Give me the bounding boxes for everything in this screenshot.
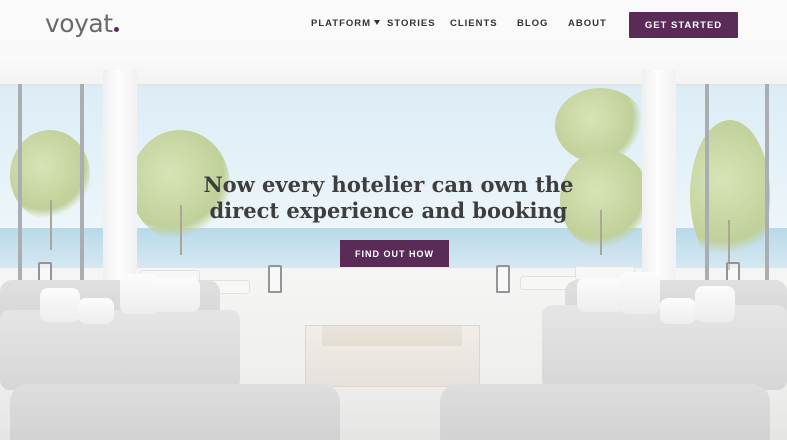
logo-dot <box>113 27 119 32</box>
nav-about[interactable]: ABOUT <box>568 18 607 29</box>
nav-blog[interactable]: BLOG <box>517 18 548 29</box>
hero-headline: Now every hotelier can own the direct ex… <box>190 172 587 224</box>
chevron-down-icon <box>374 20 381 25</box>
hero-headline-line1: Now every hotelier can own the <box>203 172 574 197</box>
hero-headline-line2: direct experience and booking <box>209 198 568 223</box>
logo-text: voyat <box>45 9 113 38</box>
nav-stories[interactable]: STORIES <box>387 18 436 29</box>
nav-platform-label: PLATFORM <box>311 18 372 29</box>
nav-platform[interactable]: PLATFORM <box>311 18 381 29</box>
find-out-how-button[interactable]: FIND OUT HOW <box>340 240 449 267</box>
brand-logo[interactable]: voyat <box>45 9 119 38</box>
get-started-button[interactable]: GET STARTED <box>629 12 738 38</box>
nav-clients[interactable]: CLIENTS <box>450 18 498 29</box>
